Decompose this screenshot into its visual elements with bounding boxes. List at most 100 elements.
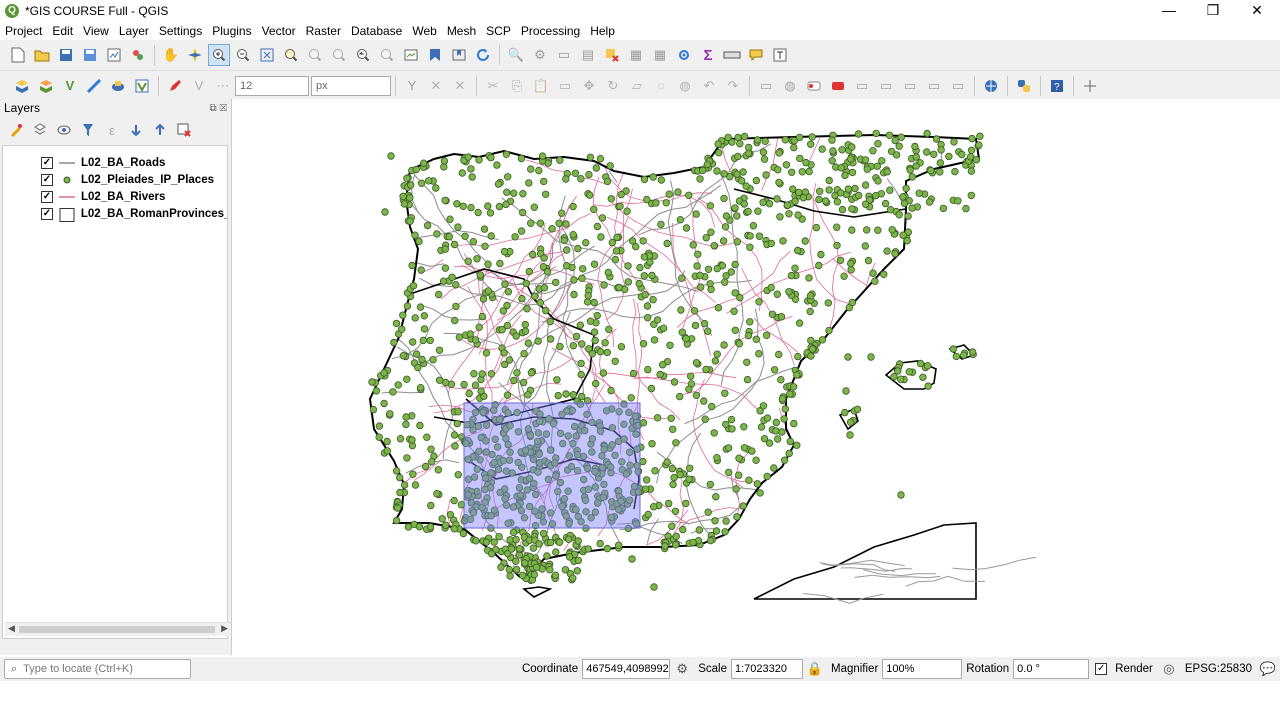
close-button[interactable]: ✕: [1234, 0, 1280, 22]
measure-icon[interactable]: [721, 44, 743, 66]
menu-database[interactable]: Database: [346, 24, 407, 38]
label-tool-icon[interactable]: ▭: [755, 75, 777, 97]
lock-scale-icon[interactable]: 🔒: [804, 658, 826, 680]
add-vector-layer-icon[interactable]: [11, 75, 33, 97]
add-ring-icon[interactable]: ◌: [650, 75, 672, 97]
filter-by-expression-icon[interactable]: ε: [101, 119, 123, 141]
zoom-last-icon[interactable]: [352, 44, 374, 66]
attribute-table-icon[interactable]: ▦: [625, 44, 647, 66]
menu-processing[interactable]: Processing: [516, 24, 585, 38]
zoom-next-icon[interactable]: [376, 44, 398, 66]
highlight-label-icon[interactable]: [803, 75, 825, 97]
copy-features-icon[interactable]: ⎘: [506, 75, 528, 97]
manage-map-themes-icon[interactable]: [53, 119, 75, 141]
add-group-icon[interactable]: [29, 119, 51, 141]
messages-icon[interactable]: 💬: [1257, 658, 1279, 680]
rotation-spinbox[interactable]: 0.0 °: [1013, 659, 1090, 679]
menu-scp[interactable]: SCP: [481, 24, 516, 38]
rotate-label-icon[interactable]: ▭: [875, 75, 897, 97]
stroke-width-spinbox[interactable]: 12: [235, 75, 309, 96]
show-hide-labels-icon[interactable]: [827, 75, 849, 97]
layer-row-places[interactable]: ✓ L02_Pleiades_IP_Places: [3, 171, 227, 188]
menu-settings[interactable]: Settings: [154, 24, 207, 38]
save-edits-icon[interactable]: ▭: [554, 75, 576, 97]
change-label-icon[interactable]: ▭: [899, 75, 921, 97]
save-as-icon[interactable]: [79, 44, 101, 66]
snap-icon[interactable]: ⋯: [212, 75, 234, 97]
processing-toolbox-icon[interactable]: [673, 44, 695, 66]
zoom-out-icon[interactable]: [232, 44, 254, 66]
collapse-all-icon[interactable]: [149, 119, 171, 141]
menu-layer[interactable]: Layer: [114, 24, 154, 38]
layer-row-rivers[interactable]: ✓ L02_BA_Rivers: [3, 188, 227, 205]
print-layout-icon[interactable]: [103, 44, 125, 66]
select-features-icon[interactable]: ▭: [553, 44, 575, 66]
crs-button[interactable]: EPSG:25830: [1185, 663, 1252, 675]
move-label-icon[interactable]: ▭: [851, 75, 873, 97]
zoom-layer-icon[interactable]: [304, 44, 326, 66]
new-map-view-icon[interactable]: [400, 44, 422, 66]
zoom-native-icon[interactable]: [328, 44, 350, 66]
add-raster-layer-icon[interactable]: [35, 75, 57, 97]
deselect-icon[interactable]: [601, 44, 623, 66]
paste-features-icon[interactable]: 📋: [530, 75, 552, 97]
scp-globe-icon[interactable]: [980, 75, 1002, 97]
scale-combo[interactable]: 1:7023320: [730, 659, 803, 679]
menu-project[interactable]: Project: [0, 24, 47, 38]
action-icon[interactable]: ⚙: [529, 44, 551, 66]
map-tips-icon[interactable]: [745, 44, 767, 66]
add-delimited-text-icon[interactable]: V: [59, 75, 81, 97]
coordinate-field[interactable]: 467549,4098992: [582, 659, 671, 679]
open-project-icon[interactable]: [31, 44, 53, 66]
scroll-right-icon[interactable]: ▶: [221, 623, 228, 634]
map-canvas[interactable]: [234, 99, 1280, 655]
minimize-button[interactable]: —: [1146, 0, 1192, 22]
pan-hand-icon[interactable]: ✋: [160, 44, 182, 66]
scroll-thumb[interactable]: [19, 626, 215, 633]
menu-plugins[interactable]: Plugins: [207, 24, 256, 38]
show-bookmarks-icon[interactable]: [448, 44, 470, 66]
redo-icon[interactable]: ↷: [722, 75, 744, 97]
style-manager-icon[interactable]: [127, 44, 149, 66]
label-props-icon[interactable]: ▭: [923, 75, 945, 97]
expand-all-icon[interactable]: [125, 119, 147, 141]
locator-search[interactable]: ⌕ Type to locate (Ctrl+K): [4, 659, 191, 679]
filter-legend-icon[interactable]: [77, 119, 99, 141]
menu-vector[interactable]: Vector: [257, 24, 301, 38]
toggle-extents-icon[interactable]: ⚙: [671, 658, 693, 680]
menu-view[interactable]: View: [78, 24, 114, 38]
split-icon[interactable]: ✕: [449, 75, 471, 97]
layer-visibility-checkbox[interactable]: ✓: [41, 207, 53, 220]
pan-to-selection-icon[interactable]: [184, 44, 206, 66]
move-feature-icon[interactable]: ✥: [578, 75, 600, 97]
field-calculator-icon[interactable]: ▦: [649, 44, 671, 66]
layer-row-provinces[interactable]: ✓ L02_BA_RomanProvinces_A: [3, 205, 227, 222]
statistics-sigma-icon[interactable]: Σ: [697, 44, 719, 66]
menu-mesh[interactable]: Mesh: [442, 24, 481, 38]
menu-web[interactable]: Web: [407, 24, 441, 38]
panel-float-close-icons[interactable]: ⧉ ☒: [210, 103, 227, 114]
zoom-selection-icon[interactable]: [280, 44, 302, 66]
new-project-icon[interactable]: [7, 44, 29, 66]
help-contents-icon[interactable]: ?: [1046, 75, 1068, 97]
unit-select[interactable]: px: [311, 75, 391, 96]
delete-vertex-icon[interactable]: ✕: [425, 75, 447, 97]
add-virtual-layer-icon[interactable]: [131, 75, 153, 97]
select-by-value-icon[interactable]: ▤: [577, 44, 599, 66]
crs-globe-icon[interactable]: ◎: [1158, 658, 1180, 680]
zoom-full-icon[interactable]: [256, 44, 278, 66]
simplify-icon[interactable]: ▱: [626, 75, 648, 97]
cut-features-icon[interactable]: ✂: [482, 75, 504, 97]
delete-ring-icon[interactable]: ◍: [674, 75, 696, 97]
pin-label-icon[interactable]: ◍: [779, 75, 801, 97]
zoom-in-icon[interactable]: [208, 44, 230, 66]
menu-help[interactable]: Help: [585, 24, 620, 38]
digitize-icon[interactable]: V: [188, 75, 210, 97]
undo-icon[interactable]: ↶: [698, 75, 720, 97]
crosshair-icon[interactable]: [1079, 75, 1101, 97]
refresh-icon[interactable]: [472, 44, 494, 66]
layer-row-roads[interactable]: ✓ L02_BA_Roads: [3, 154, 227, 171]
menu-raster[interactable]: Raster: [301, 24, 346, 38]
rotate-feature-icon[interactable]: ↻: [602, 75, 624, 97]
scroll-left-icon[interactable]: ◀: [8, 623, 15, 634]
